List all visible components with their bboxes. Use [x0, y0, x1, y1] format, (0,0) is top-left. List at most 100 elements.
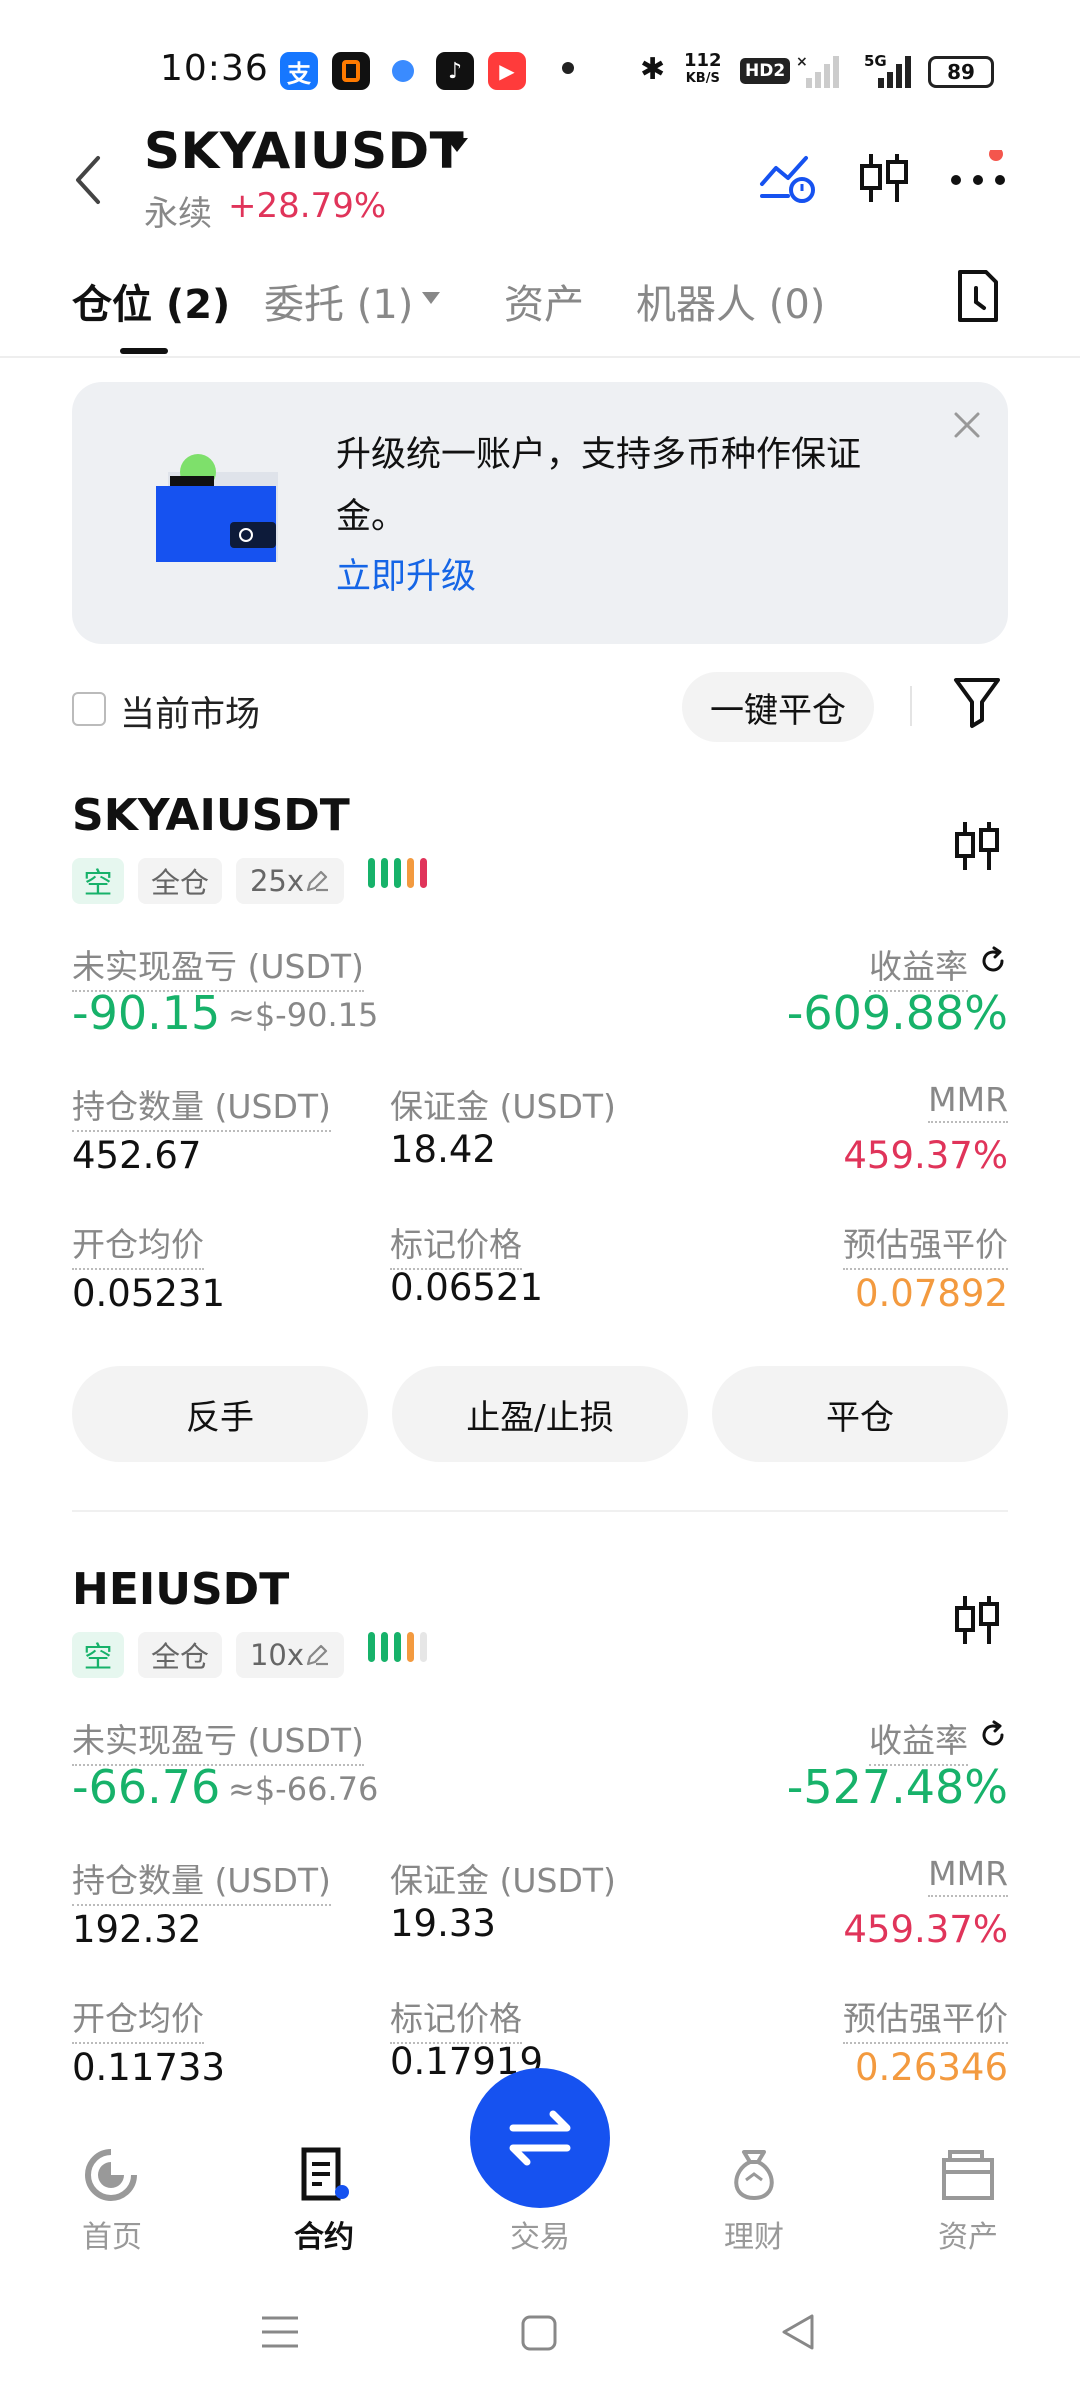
- reverse-button[interactable]: 反手: [72, 1366, 368, 1462]
- mmr-label[interactable]: MMR: [928, 1854, 1008, 1897]
- refresh-icon[interactable]: [978, 1720, 1008, 1750]
- liq-price-value: 0.26346: [854, 2046, 1008, 2089]
- hd-badge: HD2: [740, 58, 791, 84]
- entry-price-label[interactable]: 开仓均价: [72, 1218, 204, 1270]
- roi-value: -527.48%: [786, 1760, 1008, 1814]
- risk-bar: [407, 858, 414, 888]
- battery-indicator: 89: [928, 56, 994, 88]
- orders-dropdown-icon[interactable]: [420, 290, 442, 306]
- alipay-icon: 支: [280, 52, 318, 90]
- contract-icon[interactable]: [298, 2146, 352, 2202]
- unrealized-pnl-label[interactable]: 未实现盈亏 (USDT): [72, 1714, 364, 1766]
- page-title[interactable]: SKYAIUSDT: [144, 122, 464, 180]
- chart-icon[interactable]: [952, 1592, 1002, 1648]
- trade-button[interactable]: [470, 2068, 610, 2208]
- side-tag: 空: [72, 1632, 124, 1678]
- margin-value: 19.33: [390, 1902, 496, 1945]
- refresh-icon[interactable]: [978, 946, 1008, 976]
- mmr-label[interactable]: MMR: [928, 1080, 1008, 1123]
- entry-price-value: 0.11733: [72, 2046, 226, 2089]
- app-icon-orange: [332, 52, 370, 90]
- risk-bar: [381, 858, 388, 888]
- chart-icon[interactable]: [952, 818, 1002, 874]
- close-icon[interactable]: [950, 408, 984, 442]
- risk-bar: [420, 858, 427, 888]
- back-icon[interactable]: [70, 150, 110, 210]
- position-size-value: 192.32: [72, 1908, 202, 1951]
- tab-positions[interactable]: 仓位 (2): [72, 272, 230, 330]
- symbol-dropdown-icon[interactable]: [444, 136, 470, 156]
- price-change: +28.79%: [228, 186, 387, 226]
- tab-bots[interactable]: 机器人 (0): [636, 272, 825, 330]
- net-speed-unit: KB/S: [685, 71, 720, 86]
- position-size-label[interactable]: 持仓数量 (USDT): [72, 1854, 331, 1906]
- app-icon-blue: [384, 52, 422, 90]
- home-square-icon[interactable]: [520, 2314, 558, 2352]
- svg-text:×: ×: [796, 54, 808, 70]
- risk-bar: [394, 858, 401, 888]
- close-all-button[interactable]: 一键平仓: [682, 672, 874, 742]
- unrealized-pnl-label[interactable]: 未实现盈亏 (USDT): [72, 940, 364, 992]
- position-size-label[interactable]: 持仓数量 (USDT): [72, 1080, 331, 1132]
- status-time: 10:36: [160, 48, 269, 89]
- risk-bar: [394, 1632, 401, 1662]
- menu-icon[interactable]: [260, 2314, 300, 2350]
- notification-dot-icon: [562, 62, 574, 74]
- roi-label[interactable]: 收益率: [869, 1714, 968, 1766]
- entry-price-value: 0.05231: [72, 1272, 226, 1315]
- tp-sl-button[interactable]: 止盈/止损: [392, 1366, 688, 1462]
- active-tab-indicator: [120, 348, 168, 354]
- mark-price-value: 0.06521: [390, 1266, 544, 1309]
- roi-label[interactable]: 收益率: [869, 940, 968, 992]
- earn-icon[interactable]: [726, 2146, 782, 2202]
- contract-type: 永续: [144, 194, 212, 234]
- back-nav-icon[interactable]: [778, 2312, 818, 2352]
- current-market-label: 当前市场: [120, 695, 261, 735]
- signal-icon-1: ×: [796, 54, 840, 90]
- risk-bar: [381, 1632, 388, 1662]
- roi-value: -609.88%: [786, 986, 1008, 1040]
- tab-orders[interactable]: 委托 (1): [264, 272, 413, 330]
- upgrade-now-link[interactable]: 立即升级: [336, 548, 476, 599]
- edit-icon[interactable]: [304, 1642, 330, 1668]
- risk-bar: [368, 858, 375, 888]
- position-symbol[interactable]: HEIUSDT: [72, 1564, 289, 1615]
- net-speed: 112 KB/S: [684, 52, 722, 88]
- mark-price-label[interactable]: 标记价格: [390, 1218, 522, 1270]
- position-divider: [72, 1510, 1008, 1512]
- margin-mode-tag: 全仓: [138, 858, 222, 904]
- margin-value: 18.42: [390, 1128, 496, 1171]
- trade-icon: [509, 2110, 571, 2166]
- more-icon[interactable]: [948, 147, 1008, 210]
- position-size-value: 452.67: [72, 1134, 202, 1177]
- nav-assets-label[interactable]: 资产: [898, 2212, 1038, 2256]
- mark-price-label[interactable]: 标记价格: [390, 1992, 522, 2044]
- position-symbol[interactable]: SKYAIUSDT: [72, 790, 350, 841]
- home-icon[interactable]: [84, 2148, 138, 2202]
- candlestick-icon[interactable]: [856, 148, 912, 208]
- mmr-value: 459.37%: [843, 1134, 1008, 1177]
- nav-trade-label[interactable]: 交易: [470, 2212, 610, 2256]
- pnl-usd-value: ≈$-90.15: [228, 996, 379, 1034]
- risk-bar: [420, 1632, 427, 1662]
- side-tag: 空: [72, 858, 124, 904]
- wallet-icon[interactable]: [940, 2148, 996, 2202]
- margin-label: 保证金 (USDT): [390, 1861, 616, 1900]
- bluetooth-icon: ✱: [640, 52, 666, 87]
- history-icon[interactable]: [952, 268, 1002, 324]
- nav-contract-label[interactable]: 合约: [254, 2212, 394, 2256]
- close-position-button[interactable]: 平仓: [712, 1366, 1008, 1462]
- current-market-checkbox[interactable]: [72, 692, 106, 726]
- margin-label: 保证金 (USDT): [390, 1087, 616, 1126]
- edit-icon[interactable]: [304, 868, 330, 894]
- trend-alert-icon[interactable]: [758, 148, 818, 208]
- banner-message: 升级统一账户，支持多币种作保证金。: [336, 435, 862, 537]
- filter-icon[interactable]: [952, 674, 1002, 730]
- liq-price-label[interactable]: 预估强平价: [843, 1992, 1008, 2044]
- entry-price-label[interactable]: 开仓均价: [72, 1992, 204, 2044]
- tab-assets[interactable]: 资产: [504, 272, 584, 330]
- risk-level-bars: [368, 1632, 433, 1666]
- nav-home-label[interactable]: 首页: [42, 2212, 182, 2256]
- liq-price-label[interactable]: 预估强平价: [843, 1218, 1008, 1270]
- nav-earn-label[interactable]: 理财: [684, 2212, 824, 2256]
